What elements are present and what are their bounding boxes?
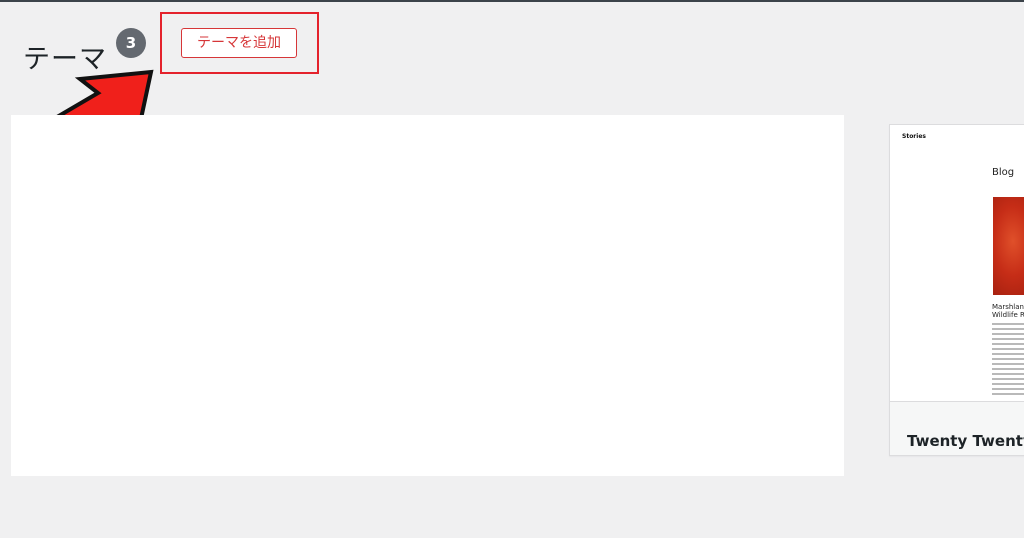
text-line bbox=[992, 373, 1024, 375]
screenshot-featured-image bbox=[993, 197, 1024, 295]
screenshot-body-text bbox=[992, 323, 1024, 398]
theme-name-bar: Twenty Twenty bbox=[890, 401, 1024, 455]
screenshot-heading: Blog bbox=[992, 167, 1015, 178]
theme-count-badge: 3 bbox=[116, 28, 146, 58]
screenshot-post-title-line2: Wildlife Re bbox=[992, 311, 1024, 319]
theme-card[interactable]: Stories Blog Marshland Wildlife Re Twent… bbox=[889, 124, 1024, 456]
screenshot-site-name: Stories bbox=[902, 133, 926, 140]
screenshot-post-title: Marshland Wildlife Re bbox=[992, 303, 1024, 319]
text-line bbox=[992, 348, 1024, 350]
text-line bbox=[992, 368, 1024, 370]
text-line bbox=[992, 358, 1024, 360]
text-line bbox=[992, 323, 1024, 325]
text-line bbox=[992, 328, 1024, 330]
theme-name: Twenty Twenty bbox=[907, 432, 1024, 451]
text-line bbox=[992, 378, 1024, 380]
add-theme-button[interactable]: テーマを追加 bbox=[181, 28, 297, 58]
text-line bbox=[992, 388, 1024, 390]
text-line bbox=[992, 363, 1024, 365]
text-line bbox=[992, 383, 1024, 385]
screenshot-post-title-line1: Marshland bbox=[992, 303, 1024, 311]
theme-screenshot[interactable]: Stories Blog Marshland Wildlife Re bbox=[890, 125, 1024, 401]
text-line bbox=[992, 353, 1024, 355]
text-line bbox=[992, 343, 1024, 345]
theme-browser-placeholder bbox=[11, 115, 844, 476]
text-line bbox=[992, 393, 1024, 395]
text-line bbox=[992, 338, 1024, 340]
text-line bbox=[992, 333, 1024, 335]
